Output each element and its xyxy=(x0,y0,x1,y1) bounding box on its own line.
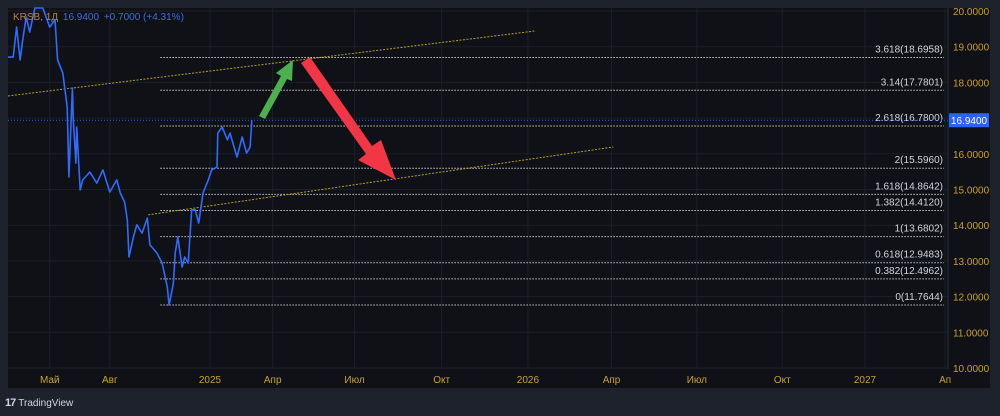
price-tick-label: 15.0000 xyxy=(953,186,990,197)
price-tick-label: 11.0000 xyxy=(953,328,989,339)
time-tick-label: Авг xyxy=(102,375,118,386)
fib-level-label: 2(15.5960) xyxy=(895,155,943,166)
time-tick-label: 2027 xyxy=(854,375,877,386)
fib-level-label: 1.618(14.8642) xyxy=(875,181,943,192)
time-tick-label: 2026 xyxy=(517,375,540,386)
fib-level-label: 0.618(12.9483) xyxy=(875,250,943,261)
last-price-badge-label: 16.9400 xyxy=(951,116,988,127)
price-tick-label: 20.0000 xyxy=(953,7,990,18)
legend-price: 16.9400 xyxy=(62,12,100,23)
fib-level-label: 1.382(14.4120) xyxy=(875,197,943,208)
time-tick-label: 2025 xyxy=(199,375,222,386)
time-tick-label: Июл xyxy=(344,375,364,386)
price-tick-label: 19.0000 xyxy=(953,43,990,54)
fib-level-label: 3.618(18.6958) xyxy=(875,45,943,56)
price-chart[interactable]: 3.618(18.6958) 3.14(17.7801) 2.618(16.7800… xyxy=(0,0,1000,416)
price-tick-label: 14.0000 xyxy=(953,221,990,232)
price-tick-label: 10.0000 xyxy=(953,364,990,375)
time-tick-label: Май xyxy=(40,375,60,386)
time-tick-label: Окт xyxy=(433,375,450,386)
legend-change: +0.7000 (+4.31%) xyxy=(103,12,184,23)
price-tick-label: 12.0000 xyxy=(953,293,990,304)
time-tick-label: Апр xyxy=(603,375,621,386)
time-tick-label: Окт xyxy=(774,375,791,386)
fib-level-label: 1(13.6802) xyxy=(895,224,943,235)
price-tick-label: 16.0000 xyxy=(953,150,990,161)
fib-level-label: 3.14(17.7801) xyxy=(881,77,943,88)
fib-level-label: 0(11.7644) xyxy=(895,292,943,303)
symbol-legend[interactable]: KRSB, 1Д 16.9400 +0.7000 (+4.31%) xyxy=(13,12,184,23)
fib-level-label: 2.618(16.7800) xyxy=(875,113,943,124)
symbol-name[interactable]: KRSB, 1Д xyxy=(13,12,58,23)
brand-name: TradingView xyxy=(18,397,74,409)
time-tick-label: Апр xyxy=(264,375,282,386)
fib-level-label: 0.382(12.4962) xyxy=(875,266,943,277)
chart-panel xyxy=(8,8,990,388)
time-tick-label: Июл xyxy=(687,375,707,386)
last-price-badge: 16.9400 xyxy=(949,113,989,128)
tradingview-logo-icon: 17 xyxy=(5,397,16,409)
time-tick-label: Ап xyxy=(939,375,951,386)
price-tick-label: 18.0000 xyxy=(953,78,990,89)
price-tick-label: 13.0000 xyxy=(953,257,990,268)
tradingview-branding[interactable]: 17 TradingView xyxy=(5,397,73,409)
